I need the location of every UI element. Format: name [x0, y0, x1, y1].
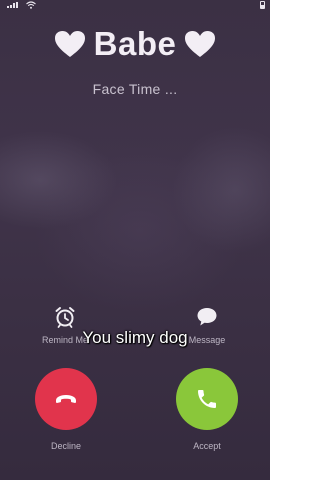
caption-text: You slimy dog	[82, 328, 188, 347]
caller-name: Babe	[0, 22, 270, 66]
phone-icon	[198, 390, 216, 408]
heart-icon	[184, 31, 215, 57]
decline-label: Decline	[50, 441, 81, 451]
status-bar	[0, 0, 270, 10]
caller-name-text: Babe	[93, 25, 177, 62]
speech-bubble-icon	[197, 308, 217, 326]
battery-icon	[260, 1, 265, 9]
incoming-call-screen: Babe Face Time ... Remind Me Message You…	[0, 0, 270, 480]
wifi-icon	[26, 1, 36, 9]
decline-button[interactable]	[35, 368, 97, 430]
phone-hangup-icon	[56, 395, 76, 403]
signal-icon	[7, 2, 18, 8]
call-status: Face Time ...	[92, 81, 178, 97]
heart-icon	[55, 31, 86, 57]
accept-button[interactable]	[176, 368, 238, 430]
alarm-clock-icon	[55, 307, 75, 328]
accept-label: Accept	[193, 441, 221, 451]
